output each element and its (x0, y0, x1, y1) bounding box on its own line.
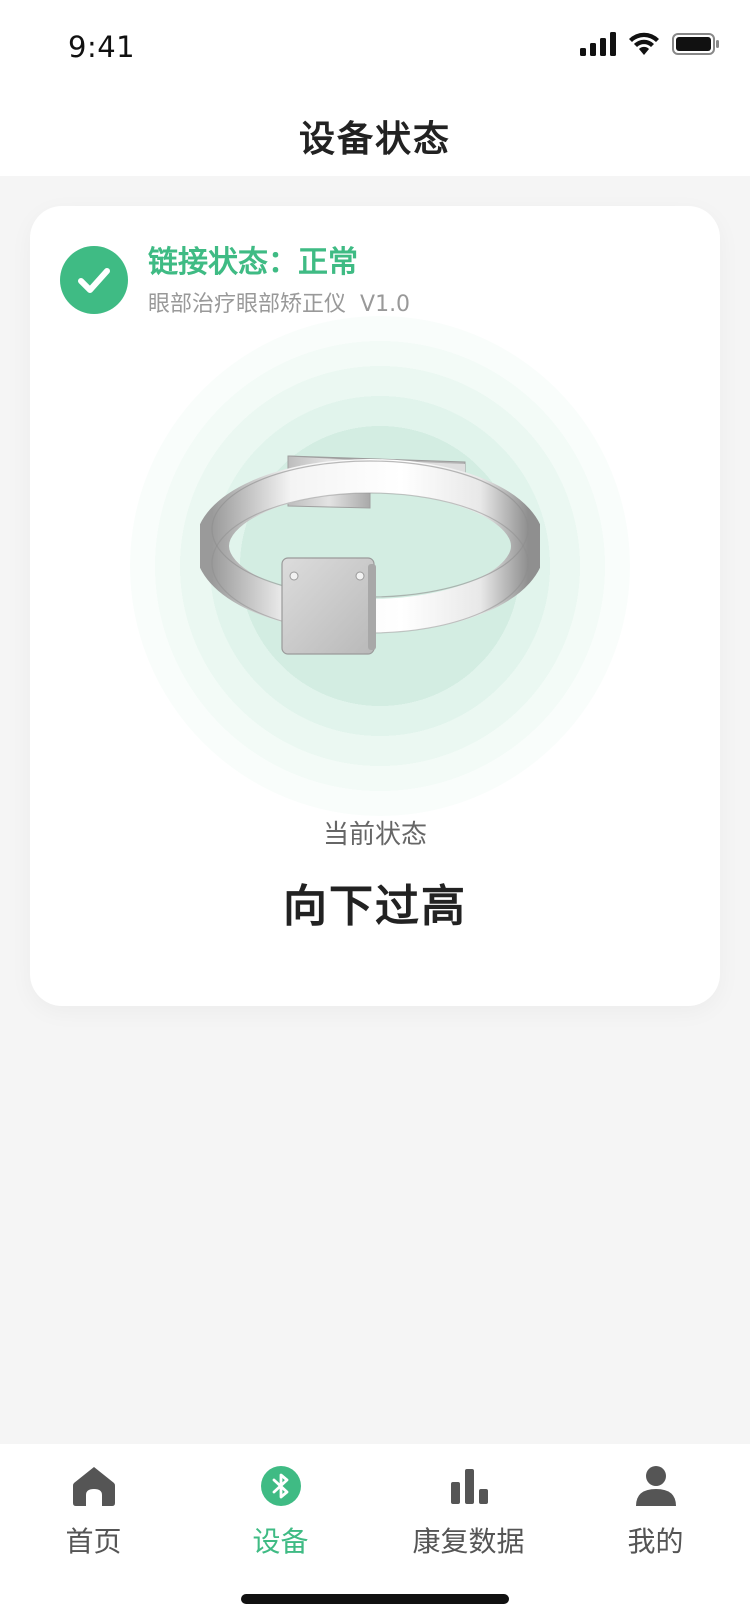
tab-device-label: 设备 (252, 1525, 309, 1558)
nav-header: 设备状态 (0, 96, 750, 176)
connection-status: 链接状态：正常 (148, 245, 358, 280)
battery-icon (672, 33, 719, 55)
user-icon (634, 1464, 678, 1508)
wifi-icon (629, 32, 659, 55)
tab-profile[interactable]: 我的 (562, 1464, 749, 1560)
device-version: V1.0 (360, 292, 411, 317)
bluetooth-icon (259, 1464, 303, 1508)
current-state-label: 当前状态 (322, 820, 427, 850)
tab-home[interactable]: 首页 (0, 1464, 187, 1560)
check-circle-icon (60, 246, 128, 314)
bar-chart-icon (447, 1464, 491, 1508)
tab-rehab-data[interactable]: 康复数据 (375, 1464, 562, 1560)
app-root: 9:41 设备状态 链接状态：正常 眼部治疗眼部矫正仪 V1.0 当前状态 向下… (0, 0, 750, 1624)
connection-text: 链接状态：正常 眼部治疗眼部矫正仪 V1.0 (148, 242, 424, 318)
tab-device[interactable]: 设备 (187, 1464, 374, 1560)
home-indicator[interactable] (241, 1594, 509, 1604)
current-state-value: 向下过高 (283, 881, 467, 932)
tab-rehab-data-label: 康复数据 (412, 1525, 525, 1558)
device-name: 眼部治疗眼部矫正仪 (148, 292, 347, 317)
tab-profile-label: 我的 (627, 1525, 684, 1558)
page-title: 设备状态 (298, 119, 451, 160)
eye-corrector-device-image (200, 455, 540, 655)
status-bar: 9:41 (0, 0, 750, 96)
status-icons (580, 32, 720, 56)
cellular-signal-icon (580, 32, 616, 56)
status-time: 9:41 (68, 30, 136, 64)
connection-row: 链接状态：正常 眼部治疗眼部矫正仪 V1.0 (60, 242, 424, 318)
device-info: 眼部治疗眼部矫正仪 V1.0 (148, 286, 424, 318)
home-icon (72, 1464, 116, 1508)
device-status-card: 链接状态：正常 眼部治疗眼部矫正仪 V1.0 当前状态 向下过高 (30, 206, 720, 1006)
tab-home-label: 首页 (65, 1525, 122, 1558)
